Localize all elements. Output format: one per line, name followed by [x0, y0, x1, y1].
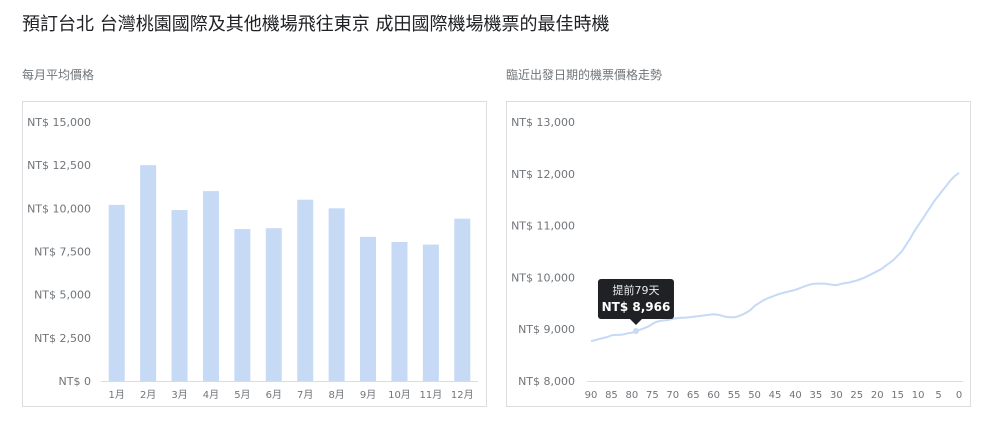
x-tick-label: 9月	[360, 389, 376, 401]
y-tick-label: NT$ 5,000	[34, 289, 91, 302]
x-tick-label: 3月	[171, 389, 187, 401]
y-tick-label: NT$ 11,000	[511, 220, 575, 233]
y-tick-label: NT$ 0	[59, 375, 91, 388]
x-tick-label: 10	[912, 390, 925, 401]
y-tick-label: NT$ 9,000	[518, 323, 575, 336]
x-tick-label: 1月	[109, 389, 125, 401]
bar[interactable]	[108, 204, 125, 381]
x-tick-label: 0	[956, 390, 962, 401]
x-tick-label: 10月	[388, 389, 411, 401]
monthly-bar-chart-svg: NT$ 0 NT$ 2,500 NT$ 5,000 NT$ 7,500 NT$ 10,0…	[27, 116, 478, 401]
y-tick-label: NT$ 7,500	[34, 246, 91, 259]
x-tick-label: 80	[626, 390, 639, 401]
x-tick-label: 60	[707, 390, 720, 401]
bar[interactable]	[360, 236, 377, 381]
x-tick-label: 70	[666, 390, 679, 401]
x-tick-label: 15	[891, 390, 904, 401]
x-tick-label: 75	[646, 390, 659, 401]
x-tick-label: 50	[748, 390, 761, 401]
bar[interactable]	[171, 210, 188, 381]
price-trend-chart: NT$ 8,000 NT$ 9,000 NT$ 10,000 NT$ 11,000 NT…	[506, 101, 971, 407]
page-title: 預訂台北 台灣桃園國際及其他機場飛往東京 成田國際機場機票的最佳時機	[22, 14, 610, 35]
hover-point-marker[interactable]	[632, 327, 639, 334]
bar[interactable]	[202, 191, 219, 381]
trend-chart-title: 臨近出發日期的機票價格走勢	[506, 68, 663, 82]
y-tick-label: NT$ 2,500	[34, 332, 91, 345]
bar[interactable]	[234, 229, 251, 381]
x-tick-label: 8月	[328, 389, 344, 401]
x-tick-label: 55	[728, 390, 741, 401]
tooltip-days-label: 提前79天	[612, 283, 659, 297]
y-tick-label: NT$ 13,000	[511, 116, 575, 129]
price-tooltip: 提前79天 NT$ 8,966	[597, 278, 674, 325]
x-tick-label: 40	[789, 390, 802, 401]
x-tick-label: 25	[850, 390, 863, 401]
y-tick-label: NT$ 8,000	[518, 375, 575, 388]
tooltip-pointer	[629, 318, 642, 325]
y-tick-label: NT$ 15,000	[27, 116, 91, 129]
price-trend-line-svg: NT$ 8,000 NT$ 9,000 NT$ 10,000 NT$ 11,000 NT…	[511, 116, 963, 401]
x-tick-label: 20	[871, 390, 884, 401]
x-tick-label: 65	[687, 390, 700, 401]
bar[interactable]	[422, 244, 439, 381]
bar[interactable]	[297, 199, 314, 381]
y-tick-label: NT$ 12,000	[511, 168, 575, 181]
bar[interactable]	[454, 218, 471, 381]
x-tick-label: 12月	[451, 389, 474, 401]
x-tick-label: 5月	[234, 389, 250, 401]
x-tick-label: 45	[769, 390, 782, 401]
bar[interactable]	[140, 165, 157, 381]
y-tick-label: NT$ 12,500	[27, 159, 91, 172]
x-tick-label: 2月	[140, 389, 156, 401]
y-tick-label: NT$ 10,000	[27, 202, 91, 215]
x-tick-label: 6月	[266, 389, 282, 401]
x-tick-label: 11月	[420, 389, 443, 401]
x-tick-label: 5	[935, 390, 941, 401]
monthly-price-chart: NT$ 0 NT$ 2,500 NT$ 5,000 NT$ 7,500 NT$ 10,0…	[22, 101, 487, 407]
x-tick-label: 4月	[203, 389, 219, 401]
y-tick-label: NT$ 10,000	[511, 271, 575, 284]
monthly-chart-title: 每月平均價格	[22, 68, 95, 82]
x-tick-label: 7月	[297, 389, 313, 401]
x-tick-label: 90	[585, 390, 598, 401]
tooltip-price-value: NT$ 8,966	[602, 300, 671, 314]
x-tick-label: 30	[830, 390, 843, 401]
bar[interactable]	[391, 242, 408, 381]
bar[interactable]	[328, 208, 345, 381]
x-tick-label: 85	[605, 390, 618, 401]
x-tick-label: 35	[810, 390, 823, 401]
bar[interactable]	[265, 228, 282, 381]
